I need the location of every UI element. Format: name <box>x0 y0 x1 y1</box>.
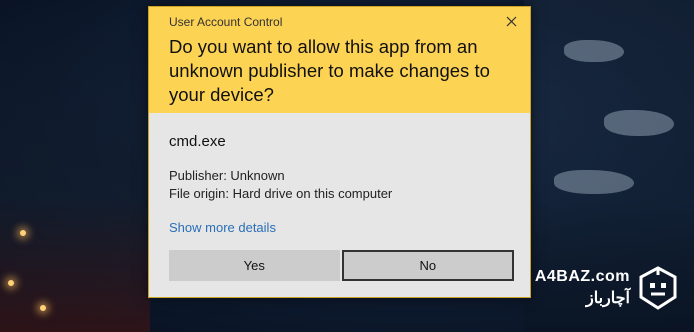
uac-dialog: User Account Control Do you want to allo… <box>148 6 531 298</box>
dialog-title: User Account Control <box>169 15 283 29</box>
publisher-line: Publisher: Unknown <box>169 168 285 183</box>
snow-branch <box>564 40 624 62</box>
show-more-details-link[interactable]: Show more details <box>169 220 276 235</box>
info-block: Publisher: Unknown File origin: Hard dri… <box>169 167 510 203</box>
button-row: Yes No <box>169 250 514 281</box>
desktop-background: User Account Control Do you want to allo… <box>0 0 694 332</box>
robot-head-icon <box>639 266 677 310</box>
snow-branch <box>604 110 674 136</box>
site-watermark: A4BAZ.com آچارباز <box>535 266 678 310</box>
file-origin-line: File origin: Hard drive on this computer <box>169 186 393 201</box>
dialog-question: Do you want to allow this app from an un… <box>169 36 490 105</box>
no-button[interactable]: No <box>341 250 514 281</box>
watermark-latin: A4BAZ.com <box>534 268 630 285</box>
close-icon <box>506 16 516 26</box>
snow-branch <box>554 170 634 194</box>
watermark-text: A4BAZ.com آچارباز <box>535 268 630 308</box>
yes-button[interactable]: Yes <box>169 250 340 281</box>
dialog-body: cmd.exe Publisher: Unknown File origin: … <box>149 113 530 237</box>
watermark-persian: آچارباز <box>586 290 630 307</box>
app-name: cmd.exe <box>169 133 226 150</box>
tree-light <box>40 305 46 311</box>
christmas-tree-left <box>0 0 150 332</box>
close-button[interactable] <box>502 12 520 30</box>
dialog-header: User Account Control Do you want to allo… <box>149 7 530 113</box>
tree-light <box>8 280 14 286</box>
tree-light <box>20 230 26 236</box>
